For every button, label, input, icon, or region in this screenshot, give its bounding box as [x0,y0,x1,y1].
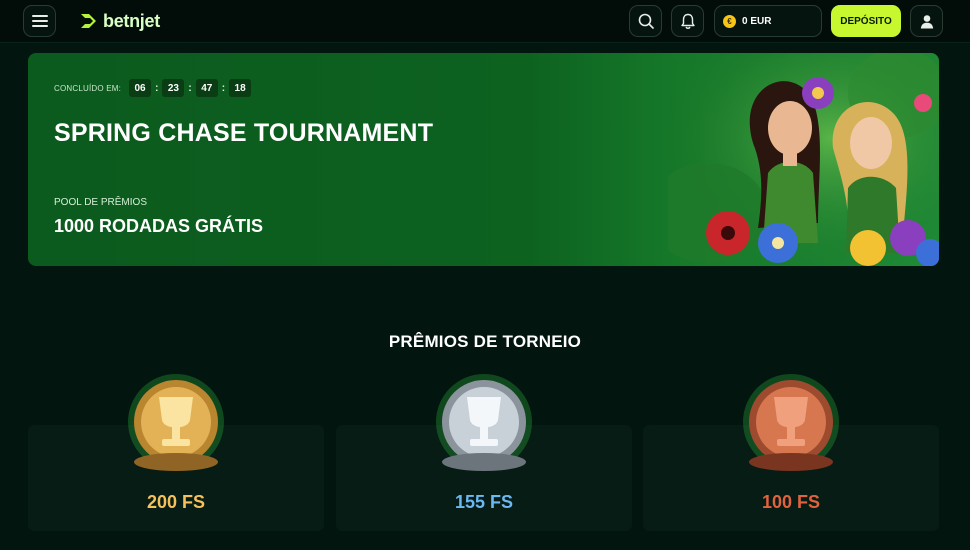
search-button[interactable] [629,5,662,37]
prizes-section-title: PRÊMIOS DE TORNEIO [388,332,582,351]
menu-icon [31,15,48,27]
wallet-balance-text: 0 EUR [742,15,772,27]
countdown-days: 06 [129,79,152,97]
deposit-button[interactable]: DEPÓSITO [831,5,901,37]
menu-button[interactable] [23,5,56,37]
silver-trophy-icon [436,374,532,471]
countdown-separator: : [221,82,226,94]
countdown-minutes: 47 [195,79,218,97]
brand-logo[interactable]: betnjet [79,9,160,33]
top-header: betnjet € 0 EUR DEPÓSITO [0,0,970,43]
tournament-banner[interactable]: CONCLUÍDO EM: 06 : 23 : 47 : 18 SPRING C… [28,53,939,266]
gold-trophy-icon [128,374,224,471]
countdown-label: CONCLUÍDO EM: [54,83,122,93]
prize-value-first: 200 FS [146,492,206,512]
prize-pool-label: POOL DE PRÊMIOS [54,197,147,208]
countdown-hours: 23 [162,79,185,97]
user-icon [920,14,933,28]
euro-coin-icon: € [723,14,736,28]
prize-value-second: 155 FS [454,492,514,512]
countdown-timer: CONCLUÍDO EM: 06 : 23 : 47 : 18 [54,79,252,97]
notifications-button[interactable] [671,5,704,37]
countdown-separator: : [155,82,159,94]
logo-arrow-icon [81,14,96,28]
prize-pool-value: 1000 RODADAS GRÁTIS [54,216,264,236]
tournament-title: SPRING CHASE TOURNAMENT [54,119,434,147]
countdown-seconds: 18 [229,79,252,97]
bell-icon [680,13,695,29]
hero-illustration [668,53,939,266]
bronze-trophy-icon [743,374,839,471]
logo-text: betnjet [103,10,160,31]
wallet-balance[interactable]: € 0 EUR [714,5,822,37]
prize-value-third: 100 FS [761,492,821,512]
search-icon [638,13,654,29]
profile-button[interactable] [910,5,943,37]
countdown-separator: : [188,82,192,94]
